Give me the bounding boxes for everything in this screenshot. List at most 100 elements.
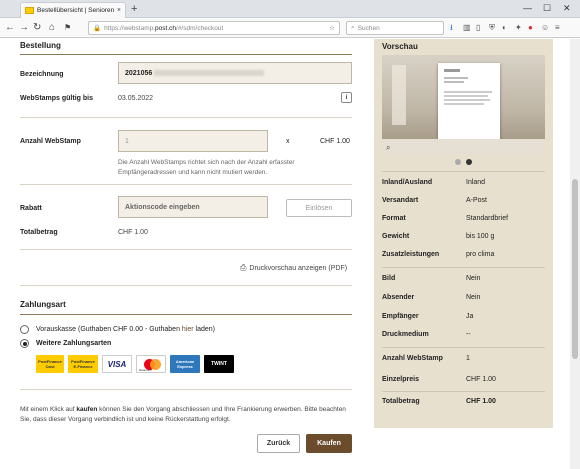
vorauskasse-label: Vorauskasse (Guthaben CHF 0.00 - Guthabe… xyxy=(36,326,215,333)
printer-icon: ⎙ xyxy=(240,263,247,272)
tab-close-icon[interactable]: × xyxy=(117,7,121,14)
lock-icon: 🔒 xyxy=(93,25,102,32)
search-placeholder: Suchen xyxy=(357,24,380,32)
mastercard-label: Mastercard xyxy=(139,369,152,372)
page-scrollbar[interactable] xyxy=(570,39,580,469)
row-value: bis 100 g xyxy=(466,233,495,240)
home-icon[interactable]: ⌂ xyxy=(49,22,55,34)
mastercard-logo[interactable]: Mastercard xyxy=(136,355,166,373)
maximize-icon[interactable]: ☐ xyxy=(543,2,551,14)
row-key: Druckmedium xyxy=(382,331,429,338)
total-label: Totalbetrag xyxy=(20,229,58,236)
letter-line xyxy=(444,91,492,93)
back-button[interactable]: Zurück xyxy=(257,434,300,453)
bookmark-star-icon[interactable]: ☆ xyxy=(329,24,335,32)
preview-heading: Vorschau xyxy=(382,42,418,51)
visa-logo[interactable]: VISA xyxy=(102,355,132,373)
carousel-dot-2[interactable] xyxy=(466,159,472,165)
divider xyxy=(20,117,352,118)
sidebar-icon[interactable]: ▯ xyxy=(476,22,480,34)
table-surface xyxy=(382,139,545,155)
row-value: CHF 1.00 xyxy=(466,398,496,405)
scrollbar-thumb[interactable] xyxy=(572,179,578,359)
row-key: Empfänger xyxy=(382,313,419,320)
print-preview-label: Druckvorschau anzeigen (PDF) xyxy=(249,264,348,272)
buy-button[interactable]: Kaufen xyxy=(306,434,352,453)
twint-logo[interactable]: TWINT xyxy=(204,355,234,373)
weitere-zahlungsarten-radio[interactable] xyxy=(20,339,29,348)
divider xyxy=(20,314,352,315)
print-preview-link[interactable]: ⎙ Druckvorschau anzeigen (PDF) xyxy=(240,263,347,273)
bezeichnung-value: 2021056 xyxy=(125,69,153,77)
aktionscode-placeholder: Aktionscode eingeben xyxy=(125,203,200,211)
row-key: Format xyxy=(382,215,406,222)
amex-logo[interactable]: American Express xyxy=(170,355,200,373)
reader-icon[interactable]: ⚑ xyxy=(64,22,71,34)
preview-image[interactable]: ⌕ xyxy=(382,55,545,155)
letter-line xyxy=(444,77,468,79)
legal-text: Mit einem Klick auf xyxy=(20,406,77,413)
menu-icon[interactable]: ≡ xyxy=(555,22,560,34)
addon-icon[interactable]: ● xyxy=(528,22,533,34)
multiply-sign: x xyxy=(286,138,290,145)
reload-icon[interactable]: ↻ xyxy=(33,22,41,34)
info-icon[interactable]: i xyxy=(341,92,352,103)
row-value: pro clima xyxy=(466,251,495,258)
forward-icon[interactable]: → xyxy=(19,22,29,34)
letter-line xyxy=(444,99,490,101)
search-box[interactable]: ⌕ Suchen xyxy=(346,21,444,35)
guthaben-link[interactable]: hier xyxy=(182,326,194,333)
postfinance-card-logo[interactable]: PostFinance Card xyxy=(36,355,64,373)
divider xyxy=(382,171,545,172)
row-value: CHF 1.00 xyxy=(466,376,496,383)
payment-heading: Zahlungsart xyxy=(20,300,66,309)
post-favicon-icon xyxy=(25,7,34,14)
row-value: Standardbrief xyxy=(466,215,509,222)
order-heading: Bestellung xyxy=(20,41,61,50)
postfinance-efinance-logo[interactable]: PostFinance E-Finance xyxy=(68,355,98,373)
divider xyxy=(20,184,352,185)
row-key: Anzahl WebStamp xyxy=(382,355,443,362)
carousel-dot-1[interactable] xyxy=(455,159,461,165)
back-icon[interactable]: ← xyxy=(5,22,15,34)
row-key: Zusatzleistungen xyxy=(382,251,440,258)
sync-icon[interactable]: ◐ xyxy=(502,22,507,34)
letter-line xyxy=(444,103,484,105)
einloesen-button[interactable]: Einlösen xyxy=(286,199,352,217)
vorauskasse-text: Vorauskasse (Guthaben CHF 0.00 - Guthabe… xyxy=(36,326,182,333)
vorauskasse-radio[interactable] xyxy=(20,325,29,334)
legal-notice: Mit einem Klick auf kaufen können Sie de… xyxy=(20,405,352,425)
browser-tab[interactable]: Bestellübersicht | Seniorenbrief fr... × xyxy=(20,2,126,18)
bezeichnung-field[interactable]: 2021056 xyxy=(118,62,352,84)
address-bar[interactable]: 🔒 https://webstamp.post.ch/#/sdm/checkou… xyxy=(88,21,340,35)
minimize-icon[interactable]: — xyxy=(523,2,532,14)
row-key: Totalbetrag xyxy=(382,398,420,405)
account-icon[interactable]: ☺ xyxy=(541,22,549,34)
url-prefix: https://webstamp. xyxy=(104,24,156,32)
new-tab-button[interactable]: + xyxy=(131,3,137,15)
letter-preview xyxy=(438,63,500,143)
url-domain: post.ch xyxy=(155,24,177,32)
anzahl-label: Anzahl WebStamp xyxy=(20,138,81,145)
zoom-icon[interactable]: ⌕ xyxy=(386,143,390,153)
preview-panel: Vorschau ⌕ Inland/Ausland Inland Versanda… xyxy=(374,39,553,428)
extension-icon[interactable]: ✦ xyxy=(515,22,522,34)
anzahl-value: 1 xyxy=(125,137,129,145)
divider xyxy=(382,391,545,392)
window-shape xyxy=(392,65,406,125)
tab-bar: Bestellübersicht | Seniorenbrief fr... ×… xyxy=(0,0,580,18)
download-icon[interactable]: ⭳ xyxy=(450,22,453,34)
library-icon[interactable]: ▥ xyxy=(463,22,471,34)
row-key: Einzelpreis xyxy=(382,376,419,383)
row-value: Nein xyxy=(466,275,481,282)
checkout-page: Bestellung Bezeichnung 2021056 WebStamps… xyxy=(0,39,570,469)
row-value: A-Post xyxy=(466,197,488,204)
weitere-zahlungsarten-label: Weitere Zahlungsarten xyxy=(36,340,112,347)
legal-bold: kaufen xyxy=(76,406,98,413)
vorauskasse-text-end: laden) xyxy=(193,326,216,333)
shield-icon[interactable]: ⛨ xyxy=(489,22,495,34)
aktionscode-input[interactable]: Aktionscode eingeben xyxy=(118,196,268,218)
bezeichnung-label: Bezeichnung xyxy=(20,71,64,78)
row-value: 1 xyxy=(466,355,470,362)
window-close-icon[interactable]: ✕ xyxy=(563,2,571,14)
